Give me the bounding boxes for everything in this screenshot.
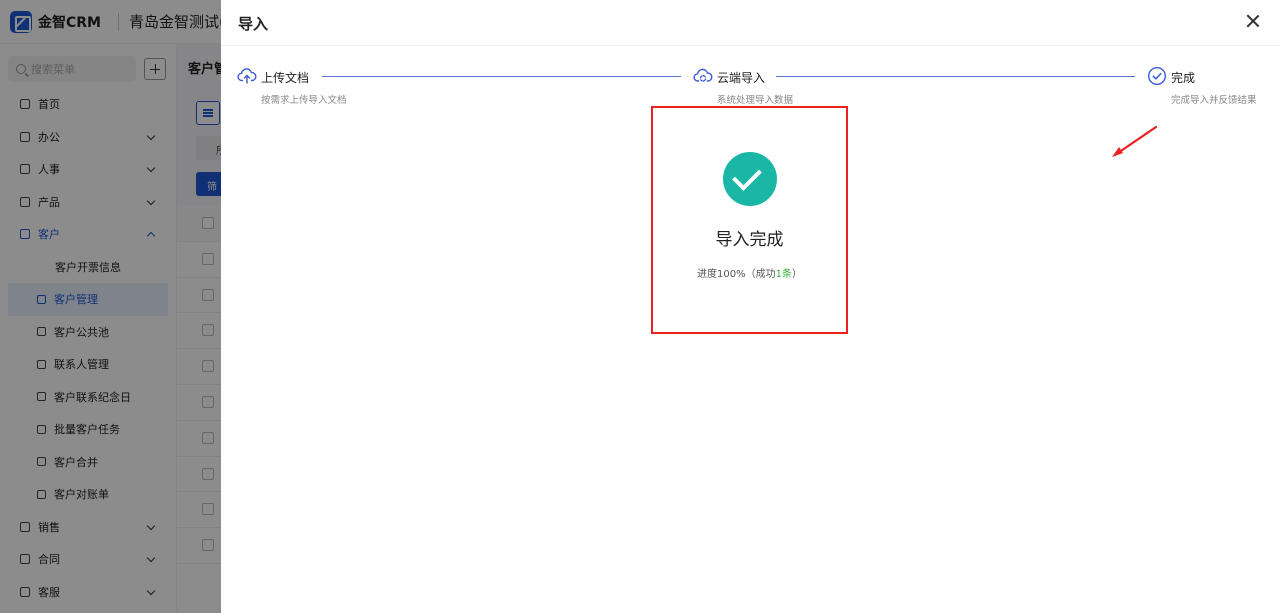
import-progress-text: 进度100%（成功1条） xyxy=(651,265,848,280)
step-connector xyxy=(322,76,681,77)
step-desc: 完成导入并反馈结果 xyxy=(1171,95,1257,106)
check-circle-icon xyxy=(1147,66,1167,86)
import-drawer: 导入 上传文档 按需求上传导入文档 云端导入 系统处理导入数据 完成 完成导入并… xyxy=(221,0,1280,613)
import-result-highlight xyxy=(651,106,848,334)
step-desc: 系统处理导入数据 xyxy=(717,95,794,106)
drawer-title: 导入 xyxy=(238,15,269,33)
step-title: 完成 xyxy=(1171,71,1196,85)
success-check-icon xyxy=(723,152,777,206)
cloud-upload-icon xyxy=(237,68,257,84)
progress-prefix: 进度100%（成功 xyxy=(697,269,776,280)
progress-suffix: ） xyxy=(791,269,802,280)
import-result-title: 导入完成 xyxy=(715,230,784,250)
import-steps: 上传文档 按需求上传导入文档 云端导入 系统处理导入数据 完成 完成导入并反馈结… xyxy=(221,60,1280,110)
annotation-arrow-icon xyxy=(1112,125,1158,157)
close-icon[interactable] xyxy=(1246,14,1260,28)
step-connector xyxy=(776,76,1135,77)
step-title: 云端导入 xyxy=(717,71,766,85)
drawer-header: 导入 xyxy=(221,0,1280,46)
step-desc: 按需求上传导入文档 xyxy=(261,95,347,106)
success-count: 1条 xyxy=(775,269,792,280)
cloud-sync-icon xyxy=(693,68,713,82)
step-title: 上传文档 xyxy=(261,71,310,85)
